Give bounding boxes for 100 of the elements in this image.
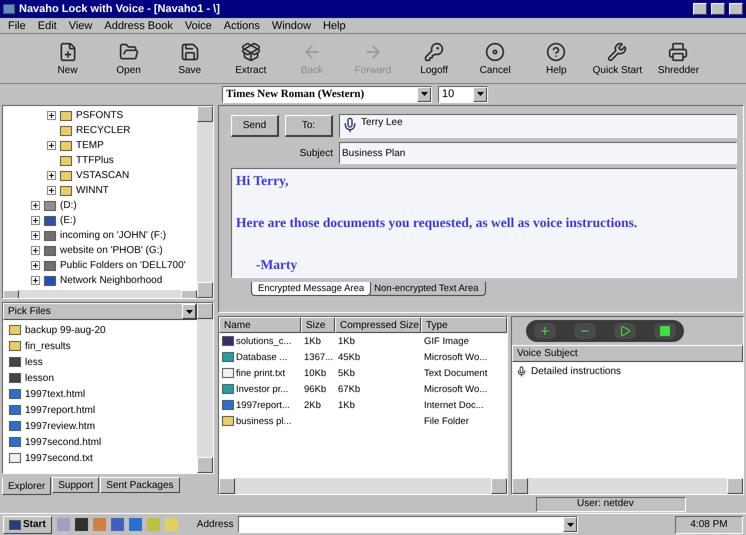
play-button[interactable] (614, 323, 636, 339)
maximize-button[interactable] (711, 3, 725, 15)
menu-item[interactable]: Edit (38, 20, 57, 32)
record-button[interactable] (534, 323, 556, 339)
menu-item[interactable]: Help (322, 20, 346, 32)
toolbar-button[interactable]: Quick Start (590, 36, 645, 82)
expand-icon[interactable] (47, 111, 56, 120)
to-button[interactable]: To: (285, 115, 333, 137)
tree-item[interactable]: TEMP (76, 140, 104, 151)
web-page-icon (9, 389, 21, 399)
table-cell-text: Microsoft Wo... (423, 350, 488, 364)
column-header[interactable]: Type (421, 317, 507, 333)
column-header[interactable]: Name (219, 317, 301, 333)
toolbar-button[interactable]: Extract (223, 36, 278, 82)
tab[interactable]: Sent Packages (100, 477, 180, 493)
vertical-scrollbar[interactable] (197, 106, 213, 298)
tab[interactable]: Non-encrypted Text Area (367, 282, 486, 296)
tab[interactable]: Explorer (2, 477, 52, 495)
font-dropdown[interactable]: Times New Roman (Western) (222, 86, 432, 102)
tree-item[interactable]: VSTASCAN (76, 170, 130, 181)
toolbar-button[interactable]: Save (162, 36, 218, 82)
subject-field[interactable]: Business Plan (339, 142, 737, 164)
tree-item[interactable]: Network Neighborhood (60, 275, 162, 286)
text-file-icon (222, 368, 234, 378)
toolbar-button[interactable]: Cancel (468, 36, 523, 82)
folder-icon (60, 126, 72, 136)
delete-button[interactable] (574, 323, 596, 339)
expand-icon[interactable] (31, 261, 40, 270)
address-field[interactable] (238, 516, 578, 533)
send-button[interactable]: Send (231, 115, 279, 137)
tree-item[interactable]: website on 'PHOB' (G:) (60, 245, 163, 256)
tab[interactable]: Encrypted Message Area (251, 282, 372, 296)
menu-item[interactable]: Address Book (104, 20, 173, 32)
horizontal-scrollbar[interactable] (512, 478, 743, 494)
tab[interactable]: Support (52, 477, 100, 493)
expand-icon[interactable] (31, 201, 40, 210)
list-header[interactable]: Pick Files (3, 303, 197, 320)
tree-item[interactable]: (E:) (60, 215, 76, 226)
expand-icon[interactable] (47, 186, 56, 195)
subject-label: Subject (298, 148, 333, 158)
column-header[interactable]: Compressed Size (335, 317, 421, 333)
menu-item[interactable]: View (68, 20, 92, 32)
message-body[interactable]: Hi Terry, Here are those documents you requested, as well as voice instructions. -Marty (231, 168, 737, 278)
list-entry[interactable]: 1997text.html (25, 388, 86, 400)
list-entry[interactable]: lesson (25, 372, 54, 384)
minimize-button[interactable] (693, 3, 707, 15)
network-icon (44, 276, 56, 286)
tree-item[interactable]: PSFONTS (76, 110, 124, 121)
column-header[interactable]: Size (301, 317, 335, 333)
table-cell-text: Internet Doc... (423, 398, 485, 412)
menu-item[interactable]: Actions (224, 20, 260, 32)
save-icon (180, 42, 200, 62)
table-cell: fine print.txt (219, 365, 301, 381)
page-icon (58, 42, 78, 62)
tree-item[interactable]: TTFPlus (76, 155, 114, 166)
horizontal-scrollbar[interactable] (219, 478, 507, 494)
expand-icon[interactable] (47, 141, 56, 150)
toolbar-button[interactable]: Open (101, 36, 156, 82)
recipient-field[interactable]: Terry Lee (339, 114, 737, 138)
quick-launch-icon[interactable] (110, 518, 124, 531)
start-button[interactable]: Start (3, 516, 52, 534)
list-entry[interactable]: 1997second.html (25, 436, 102, 448)
expand-icon[interactable] (31, 216, 40, 225)
list-entry[interactable]: less (25, 356, 43, 368)
microphone-icon (516, 366, 527, 377)
list-entry[interactable]: 1997report.html (25, 404, 96, 416)
list-entry[interactable]: 1997review.htm (25, 420, 96, 432)
microphone-icon (342, 117, 358, 133)
table-cell-text: 96Kb (303, 382, 328, 396)
menu-item[interactable]: File (8, 20, 26, 32)
toolbar-button[interactable]: Help (528, 36, 584, 82)
tree-item[interactable]: (D:) (60, 200, 77, 211)
menu-item[interactable]: Voice (184, 20, 212, 32)
toolbar-button[interactable]: New (40, 36, 96, 82)
quick-launch-icon[interactable] (74, 518, 88, 531)
app-icon (3, 4, 15, 14)
close-button[interactable] (729, 3, 743, 15)
list-entry[interactable]: fin_results (25, 340, 71, 352)
expand-icon[interactable] (31, 246, 40, 255)
font-size-dropdown[interactable]: 10 (438, 86, 488, 102)
table-cell: Investor pr... (219, 381, 301, 397)
table-cell-text: Microsoft Wo... (423, 382, 488, 396)
toolbar-button[interactable]: Logoff (406, 36, 462, 82)
tree-item[interactable]: incoming on 'JOHN' (F:) (60, 230, 166, 241)
vertical-scrollbar[interactable] (197, 303, 213, 473)
table-cell: business pl... (219, 413, 301, 429)
list-entry[interactable]: 1997second.txt (25, 452, 93, 464)
menu-item[interactable]: Window (272, 20, 311, 32)
plus-icon (539, 325, 551, 337)
toolbar-button[interactable]: Shredder (650, 36, 706, 82)
tree-item[interactable]: WINNT (76, 185, 109, 196)
stop-button[interactable] (654, 323, 676, 339)
tree-item[interactable]: RECYCLER (76, 125, 130, 136)
tree-item[interactable]: Public Folders on 'DELL700' (60, 260, 186, 271)
expand-icon[interactable] (31, 231, 40, 240)
column-header[interactable]: Voice Subject (512, 345, 743, 362)
list-entry[interactable]: backup 99-aug-20 (25, 324, 106, 336)
expand-icon[interactable] (31, 276, 40, 285)
list-entry[interactable]: Detailed instructions (531, 366, 622, 377)
expand-icon[interactable] (47, 171, 56, 180)
